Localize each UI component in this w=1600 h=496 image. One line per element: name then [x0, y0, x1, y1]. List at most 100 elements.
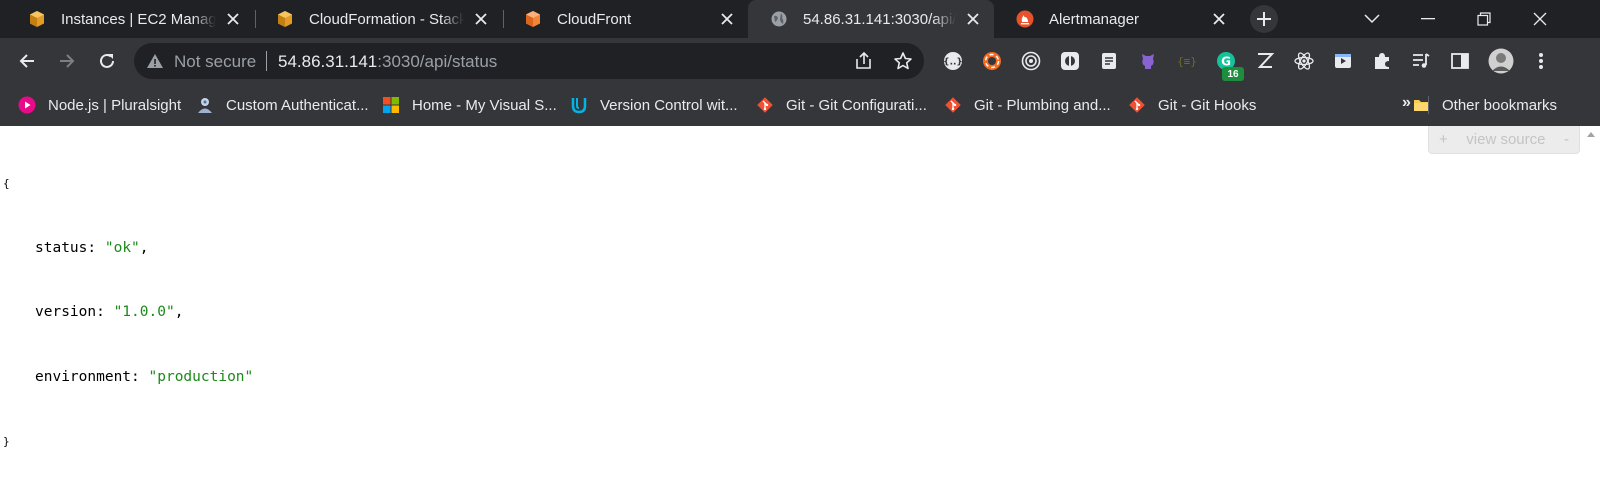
tab-title: CloudFront	[557, 10, 632, 28]
json-close-brace: }	[3, 435, 10, 448]
extension-badge: 16	[1222, 67, 1244, 81]
close-icon[interactable]	[718, 10, 736, 28]
tab-title: Instances | EC2 Management Console	[61, 10, 216, 28]
bookmark-label: Home - My Visual S...	[412, 96, 557, 114]
bookmark-label: Git - Git Hooks	[1158, 96, 1257, 114]
address-divider	[266, 51, 267, 71]
react-icon[interactable]	[1293, 50, 1315, 72]
url-path: :3030/api/status	[377, 52, 498, 71]
playlist-icon[interactable]	[1410, 50, 1432, 72]
browser-toolbar: Not secure 54.86.31.141:3030/api/status …	[0, 38, 1600, 84]
svg-text:{≡}: {≡}	[1177, 55, 1197, 68]
tab-alertmanager[interactable]: Alertmanager	[994, 0, 1240, 38]
git-icon	[944, 96, 962, 114]
view-source-button[interactable]: view source	[1466, 131, 1545, 148]
minimize-button[interactable]	[1400, 0, 1456, 38]
plus-icon	[1257, 12, 1271, 26]
restore-button[interactable]	[1456, 0, 1512, 38]
prometheus-icon	[1016, 10, 1034, 28]
puzzle-icon[interactable]	[1371, 50, 1393, 72]
git-icon	[1128, 96, 1146, 114]
reload-icon	[100, 53, 114, 68]
close-icon[interactable]	[1210, 10, 1228, 28]
bookmark-git-plumbing[interactable]: Git - Plumbing and...	[944, 94, 1111, 116]
star-icon[interactable]	[893, 51, 913, 71]
bookmark-label: Node.js | Pluralsight	[48, 96, 182, 114]
bookmark-git-config[interactable]: Git - Git Configurati...	[756, 94, 927, 116]
share-icon[interactable]	[854, 51, 874, 71]
bookmark-label: Custom Authenticat...	[226, 96, 369, 114]
collapse-all-button[interactable]: -	[1564, 131, 1569, 148]
forward-button[interactable]	[52, 46, 82, 76]
bookmark-label: Git - Plumbing and...	[974, 96, 1111, 114]
expand-all-button[interactable]: +	[1439, 131, 1448, 148]
notes-icon[interactable]	[1098, 50, 1120, 72]
page-content: { status: "ok", version: "1.0.0", enviro…	[0, 126, 1600, 448]
bookmarks-bar: Node.js | Pluralsight Custom Authenticat…	[0, 84, 1600, 126]
json-entry: status: "ok",	[35, 239, 149, 256]
url-host: 54.86.31.141	[278, 52, 378, 71]
github-icon[interactable]	[1137, 50, 1159, 72]
json-value: "1.0.0"	[113, 304, 175, 320]
microsoft-icon	[382, 96, 400, 114]
bookmark-label: Git - Git Configurati...	[786, 96, 927, 114]
zotero-icon[interactable]	[1254, 50, 1276, 72]
avatar[interactable]	[1488, 48, 1514, 74]
arrow-left-icon	[19, 54, 34, 68]
close-icon[interactable]	[964, 10, 982, 28]
close-window-button[interactable]	[1512, 0, 1568, 38]
bookmarks-overflow-button[interactable]: »	[1402, 94, 1411, 112]
json-entry: environment: "production"	[35, 368, 254, 385]
git-icon	[756, 96, 774, 114]
more-vert-icon[interactable]	[1530, 50, 1552, 72]
arrow-right-icon	[60, 54, 75, 68]
warning-icon[interactable]	[146, 52, 164, 70]
json-key: environment	[35, 368, 132, 385]
json-value: "ok"	[104, 239, 140, 256]
back-button[interactable]	[12, 46, 42, 76]
address-bar[interactable]: Not secure 54.86.31.141:3030/api/status	[134, 43, 924, 79]
globe-icon	[770, 10, 788, 28]
json-icon[interactable]: {≡}	[1176, 50, 1198, 72]
reload-button[interactable]	[92, 46, 122, 76]
lifebuoy-icon[interactable]	[981, 50, 1003, 72]
restore-icon	[1477, 12, 1491, 26]
bookmark-pluralsight[interactable]: Node.js | Pluralsight	[18, 94, 181, 116]
sidepanel-icon[interactable]	[1449, 50, 1471, 72]
target-icon[interactable]	[1020, 50, 1042, 72]
auth-icon	[196, 96, 214, 114]
close-icon[interactable]	[472, 10, 490, 28]
pluralsight-icon	[18, 96, 36, 114]
tab-ec2-instances[interactable]: Instances | EC2 Management Console	[6, 0, 254, 38]
bookmark-visual-studio[interactable]: Home - My Visual S...	[382, 94, 557, 116]
new-tab-button[interactable]	[1250, 5, 1278, 33]
json-entry: version: "1.0.0",	[35, 304, 184, 320]
media-icon[interactable]	[1332, 50, 1354, 72]
bookmark-custom-auth[interactable]: Custom Authenticat...	[196, 94, 369, 116]
bookmark-version-control[interactable]: Version Control wit...	[570, 94, 738, 116]
minimize-icon	[1421, 18, 1435, 20]
tab-api-status[interactable]: 54.86.31.141:3030/api/status	[748, 0, 994, 38]
vertical-scrollbar[interactable]	[1582, 126, 1600, 412]
view-source-toolbar[interactable]: + view source -	[1428, 126, 1580, 154]
json-value: "production"	[148, 368, 254, 385]
octotree-icon[interactable]	[1059, 50, 1081, 72]
udacity-icon	[570, 96, 588, 114]
tab-strip: Instances | EC2 Management Console Cloud…	[0, 0, 1600, 38]
chevron-down-icon	[1364, 14, 1380, 24]
close-icon[interactable]	[224, 10, 242, 28]
scroll-up-arrow-icon[interactable]	[1587, 132, 1595, 137]
tab-cloudformation[interactable]: CloudFormation - Stack update	[254, 0, 502, 38]
tab-search-button[interactable]	[1344, 0, 1400, 38]
bookmark-git-hooks[interactable]: Git - Git Hooks	[1128, 94, 1256, 116]
json-viewer: { status: "ok", version: "1.0.0", enviro…	[3, 130, 253, 496]
tab-cloudfront[interactable]: CloudFront	[502, 0, 748, 38]
json-key: version	[35, 304, 97, 320]
cookie-icon[interactable]: {..}	[942, 50, 964, 72]
security-label[interactable]: Not secure	[174, 52, 256, 72]
tab-title: CloudFormation - Stack update	[309, 10, 464, 28]
other-bookmarks[interactable]: Other bookmarks	[1412, 94, 1557, 116]
aws-cloudfront-icon	[524, 10, 542, 28]
url-text[interactable]: 54.86.31.141:3030/api/status	[278, 52, 497, 72]
json-key: status	[35, 239, 88, 256]
